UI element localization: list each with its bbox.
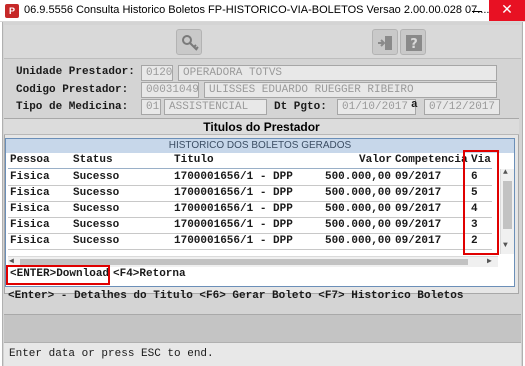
cell-competencia: 09/2017 <box>395 203 442 215</box>
cell-competencia: 09/2017 <box>395 219 442 231</box>
unidade-name-field[interactable]: OPERADORA TOTVS <box>178 65 497 81</box>
cell-valor: 500.000,00 <box>324 235 391 247</box>
vertical-scroll-thumb[interactable] <box>503 181 512 229</box>
cell-competencia: 09/2017 <box>395 187 442 199</box>
historico-popup-title: HISTORICO DOS BOLETOS GERADOS <box>6 139 514 153</box>
cell-pessoa: Fisica <box>10 235 50 247</box>
column-header-pessoa[interactable]: Pessoa <box>10 154 50 166</box>
cell-status: Sucesso <box>73 219 120 231</box>
dt-pgto-to-field[interactable]: 07/12/2017 <box>424 99 500 115</box>
cell-titulo: 1700001656/1 - DPP <box>174 235 293 247</box>
vertical-scrollbar[interactable]: ▲ ▼ <box>500 168 514 254</box>
cell-valor: 500.000,00 <box>324 219 391 231</box>
download-action-highlight <box>6 265 110 285</box>
cell-titulo: 1700001656/1 - DPP <box>174 219 293 231</box>
codigo-prestador-label: Codigo Prestador: <box>16 84 129 96</box>
cell-valor: 500.000,00 <box>324 203 391 215</box>
column-header-status[interactable]: Status <box>73 154 113 166</box>
tipo-medicina-label: Tipo de Medicina: <box>16 101 129 113</box>
scroll-down-icon[interactable]: ▼ <box>503 241 508 250</box>
status-bar: Enter data or press ESC to end. <box>4 342 521 366</box>
cell-titulo: 1700001656/1 - DPP <box>174 203 293 215</box>
column-header-valor[interactable]: Valor <box>359 154 392 166</box>
svg-text:?: ? <box>410 37 418 52</box>
codigo-code-field[interactable]: 00031049 <box>141 82 199 98</box>
cell-pessoa: Fisica <box>10 219 50 231</box>
cell-status: Sucesso <box>73 235 120 247</box>
unidade-code-field[interactable]: 0120 <box>141 65 173 81</box>
function-keys-hint: <Enter> - Detalhes do Titulo <F6> Gerar … <box>8 290 464 302</box>
cell-status: Sucesso <box>73 171 120 183</box>
cell-valor: 500.000,00 <box>324 187 391 199</box>
status-message: Enter data or press ESC to end. <box>9 348 214 360</box>
minimize-button[interactable] <box>469 3 485 19</box>
close-button[interactable]: ✕ <box>489 0 525 21</box>
message-area <box>4 314 521 342</box>
titulos-section-title: Titulos do Prestador <box>4 119 519 135</box>
cell-pessoa: Fisica <box>10 187 50 199</box>
codigo-name-field[interactable]: ULISSES EDUARDO RUEGGER RIBEIRO <box>204 82 497 98</box>
cell-competencia: 09/2017 <box>395 171 442 183</box>
tipo-code-field[interactable]: 01 <box>141 99 161 115</box>
app-icon: P <box>5 4 19 18</box>
cell-titulo: 1700001656/1 - DPP <box>174 187 293 199</box>
help-button[interactable]: ? <box>400 29 426 55</box>
scroll-right-icon[interactable]: ▶ <box>487 256 492 266</box>
dt-pgto-from-field[interactable]: 01/10/2017 <box>337 99 416 115</box>
dt-pgto-separator: a <box>411 99 418 111</box>
column-header-titulo[interactable]: Titulo <box>174 154 214 166</box>
exit-button[interactable] <box>372 29 398 55</box>
window-title: 06.9.5556 Consulta Historico Boletos FP-… <box>24 4 490 16</box>
scroll-up-icon[interactable]: ▲ <box>503 168 508 177</box>
row-divider <box>8 249 492 250</box>
dt-pgto-label: Dt Pgto: <box>274 101 327 113</box>
via-column-highlight <box>463 150 499 255</box>
cell-valor: 500.000,00 <box>324 171 391 183</box>
window-title-bar: P 06.9.5556 Consulta Historico Boletos F… <box>0 0 525 22</box>
unidade-prestador-label: Unidade Prestador: <box>16 66 135 78</box>
cell-competencia: 09/2017 <box>395 235 442 247</box>
cell-pessoa: Fisica <box>10 203 50 215</box>
cell-titulo: 1700001656/1 - DPP <box>174 171 293 183</box>
cell-status: Sucesso <box>73 187 120 199</box>
cell-pessoa: Fisica <box>10 171 50 183</box>
tipo-name-field[interactable]: ASSISTENCIAL <box>164 99 267 115</box>
retorna-action[interactable]: <F4>Retorna <box>113 268 186 280</box>
toolbar: ? <box>4 25 521 59</box>
column-header-competencia[interactable]: Competencia <box>395 154 468 166</box>
header-divider <box>8 168 492 169</box>
cell-status: Sucesso <box>73 203 120 215</box>
key-button[interactable] <box>176 29 202 55</box>
